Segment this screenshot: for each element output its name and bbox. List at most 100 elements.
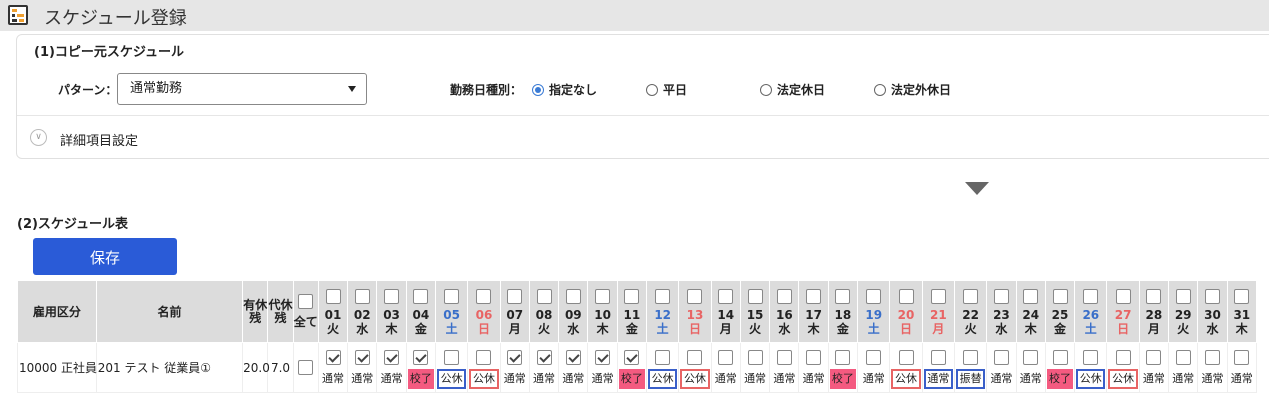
day-column-checkbox[interactable]: [1023, 288, 1039, 304]
day-column-checkbox[interactable]: [1146, 288, 1162, 304]
day-checkbox[interactable]: [993, 349, 1009, 365]
shift-pattern[interactable]: 通常: [378, 369, 404, 389]
day-checkbox[interactable]: [1115, 349, 1131, 365]
shift-pattern[interactable]: 通常: [1141, 369, 1167, 389]
radio-legal-holiday[interactable]: 法定休日: [760, 81, 825, 98]
day-column-checkbox[interactable]: [1083, 288, 1099, 304]
day-column-checkbox[interactable]: [1175, 288, 1191, 304]
day-checkbox[interactable]: [476, 349, 492, 365]
day-column-checkbox[interactable]: [866, 288, 882, 304]
shift-pattern[interactable]: 公休: [891, 368, 921, 389]
day-column-checkbox[interactable]: [835, 288, 851, 304]
day-checkbox[interactable]: [1083, 349, 1099, 365]
shift-pattern[interactable]: 通常: [560, 369, 586, 389]
day-column-checkbox[interactable]: [354, 288, 370, 304]
save-button[interactable]: 保存: [33, 238, 177, 275]
day-checkbox[interactable]: [1234, 349, 1250, 365]
shift-pattern[interactable]: 校了: [407, 368, 434, 389]
shift-pattern[interactable]: 校了: [1046, 368, 1074, 389]
radio-weekday[interactable]: 平日: [646, 81, 687, 98]
shift-pattern[interactable]: 公休: [648, 368, 678, 389]
day-column-checkbox[interactable]: [930, 288, 946, 304]
shift-pattern[interactable]: 通常: [988, 369, 1014, 389]
day-column-checkbox[interactable]: [747, 288, 763, 304]
day-checkbox[interactable]: [898, 349, 914, 365]
day-column-checkbox[interactable]: [476, 288, 492, 304]
day-checkbox[interactable]: [325, 349, 341, 365]
day-checkbox[interactable]: [687, 349, 703, 365]
day-checkbox[interactable]: [624, 349, 640, 365]
day-checkbox[interactable]: [536, 349, 552, 365]
day-column-checkbox[interactable]: [898, 288, 914, 304]
day-column-checkbox[interactable]: [595, 288, 611, 304]
shift-pattern[interactable]: 通常: [800, 369, 826, 389]
day-checkbox[interactable]: [776, 349, 792, 365]
day-column-checkbox[interactable]: [718, 288, 734, 304]
shift-pattern[interactable]: 通常: [320, 369, 346, 389]
radio-unspecified[interactable]: 指定なし: [532, 81, 597, 98]
radio-non-legal-holiday[interactable]: 法定外休日: [874, 81, 951, 98]
shift-pattern[interactable]: 通常: [589, 369, 615, 389]
day-column-checkbox[interactable]: [384, 288, 400, 304]
day-column-checkbox[interactable]: [1234, 288, 1250, 304]
day-checkbox[interactable]: [718, 349, 734, 365]
shift-pattern[interactable]: 通常: [1170, 369, 1196, 389]
day-column-checkbox[interactable]: [806, 288, 822, 304]
shift-pattern[interactable]: 通常: [923, 368, 953, 389]
day-checkbox[interactable]: [806, 349, 822, 365]
day-checkbox[interactable]: [413, 349, 429, 365]
shift-pattern[interactable]: 公休: [1108, 368, 1138, 389]
day-checkbox[interactable]: [963, 349, 979, 365]
day-column-checkbox[interactable]: [776, 288, 792, 304]
day-column-checkbox[interactable]: [993, 288, 1009, 304]
shift-pattern[interactable]: 通常: [1018, 369, 1044, 389]
day-checkbox[interactable]: [1052, 349, 1068, 365]
shift-pattern[interactable]: 校了: [618, 368, 646, 389]
detail-settings-toggle[interactable]: 詳細項目設定: [60, 130, 138, 149]
day-checkbox[interactable]: [507, 349, 523, 365]
row-select-checkbox[interactable]: [298, 360, 314, 375]
day-column-checkbox[interactable]: [624, 288, 640, 304]
shift-pattern[interactable]: 通常: [1199, 369, 1225, 389]
day-checkbox[interactable]: [1146, 349, 1162, 365]
day-column-checkbox[interactable]: [1115, 288, 1131, 304]
shift-pattern[interactable]: 公休: [469, 368, 499, 389]
shift-pattern[interactable]: 通常: [771, 369, 797, 389]
day-column-checkbox[interactable]: [325, 288, 341, 304]
chevron-down-icon[interactable]: ∨: [30, 129, 47, 146]
day-column-checkbox[interactable]: [655, 288, 671, 304]
day-column-checkbox[interactable]: [1204, 288, 1220, 304]
day-checkbox[interactable]: [930, 349, 946, 365]
day-column-checkbox[interactable]: [507, 288, 523, 304]
day-checkbox[interactable]: [565, 349, 581, 365]
day-column-checkbox[interactable]: [1052, 288, 1068, 304]
radio-button[interactable]: [760, 83, 772, 96]
shift-pattern[interactable]: 通常: [502, 369, 528, 389]
pattern-select[interactable]: 通常勤務: [117, 73, 367, 105]
shift-pattern[interactable]: 通常: [349, 369, 375, 389]
day-column-checkbox[interactable]: [444, 288, 460, 304]
day-checkbox[interactable]: [595, 349, 611, 365]
shift-pattern[interactable]: 振替: [955, 368, 986, 389]
shift-pattern[interactable]: 通常: [1229, 369, 1255, 389]
day-column-checkbox[interactable]: [963, 288, 979, 304]
shift-pattern[interactable]: 公休: [436, 368, 467, 389]
shift-pattern[interactable]: 公休: [680, 368, 710, 389]
day-checkbox[interactable]: [354, 349, 370, 365]
shift-pattern[interactable]: 校了: [829, 368, 857, 389]
day-checkbox[interactable]: [1023, 349, 1039, 365]
shift-pattern[interactable]: 公休: [1076, 368, 1106, 389]
shift-pattern[interactable]: 通常: [531, 369, 557, 389]
day-checkbox[interactable]: [444, 349, 460, 365]
day-checkbox[interactable]: [1204, 349, 1220, 365]
day-column-checkbox[interactable]: [565, 288, 581, 304]
radio-button[interactable]: [532, 83, 544, 96]
shift-pattern[interactable]: 通常: [713, 369, 739, 389]
radio-button[interactable]: [646, 83, 658, 96]
shift-pattern[interactable]: 通常: [859, 369, 888, 389]
day-column-checkbox[interactable]: [536, 288, 552, 304]
radio-button[interactable]: [874, 83, 886, 96]
day-checkbox[interactable]: [1175, 349, 1191, 365]
day-checkbox[interactable]: [384, 349, 400, 365]
day-checkbox[interactable]: [835, 349, 851, 365]
